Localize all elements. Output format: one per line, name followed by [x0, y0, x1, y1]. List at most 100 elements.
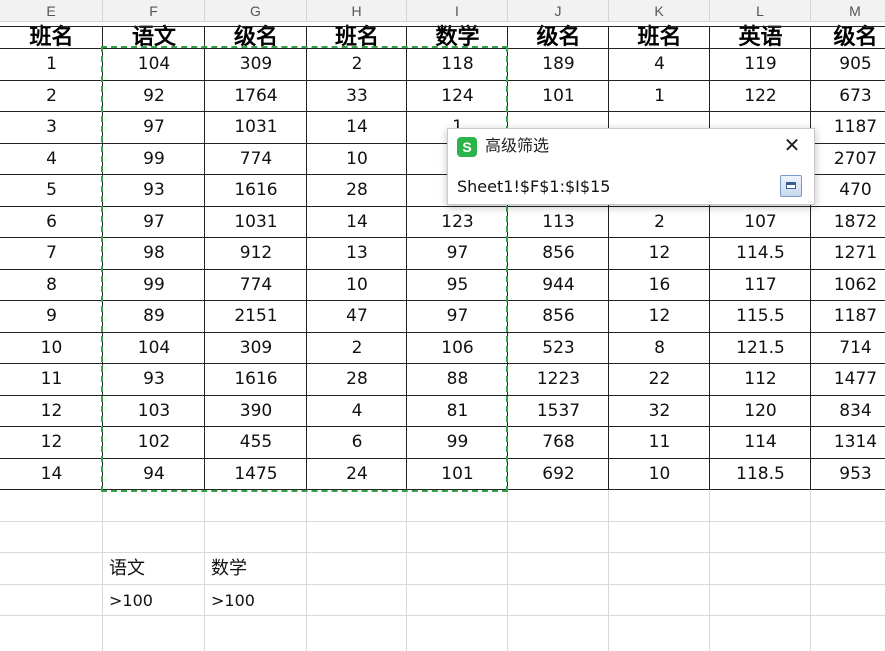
- range-field[interactable]: Sheet1!$F$1:$I$15: [448, 172, 814, 205]
- header-cell[interactable]: 数学: [407, 23, 508, 50]
- table-cell[interactable]: 123: [407, 207, 508, 239]
- table-cell[interactable]: 10: [307, 144, 407, 176]
- column-header-l[interactable]: L: [710, 0, 811, 22]
- table-cell[interactable]: 523: [508, 333, 609, 365]
- criteria-value-cell[interactable]: >100: [103, 585, 205, 617]
- table-cell[interactable]: 856: [508, 238, 609, 270]
- table-cell[interactable]: 10: [0, 333, 103, 365]
- table-cell[interactable]: 4: [609, 49, 710, 81]
- column-header-h[interactable]: H: [307, 0, 407, 22]
- table-cell[interactable]: 93: [103, 364, 205, 396]
- table-cell[interactable]: 6: [0, 207, 103, 239]
- table-cell[interactable]: 119: [710, 49, 811, 81]
- close-icon[interactable]: ✕: [780, 133, 804, 157]
- table-cell[interactable]: 714: [811, 333, 885, 365]
- table-cell[interactable]: 28: [307, 175, 407, 207]
- table-cell[interactable]: 1187: [811, 301, 885, 333]
- table-cell[interactable]: 470: [811, 175, 885, 207]
- table-cell[interactable]: 99: [103, 144, 205, 176]
- header-cell[interactable]: 班名: [0, 23, 103, 50]
- collapse-dialog-icon[interactable]: [780, 175, 802, 197]
- table-cell[interactable]: 944: [508, 270, 609, 302]
- table-cell[interactable]: 1062: [811, 270, 885, 302]
- table-cell[interactable]: 4: [0, 144, 103, 176]
- table-cell[interactable]: 122: [710, 81, 811, 113]
- table-cell[interactable]: 309: [205, 49, 307, 81]
- table-cell[interactable]: 856: [508, 301, 609, 333]
- table-cell[interactable]: 89: [103, 301, 205, 333]
- table-cell[interactable]: 455: [205, 427, 307, 459]
- table-cell[interactable]: 12: [0, 396, 103, 428]
- table-cell[interactable]: 774: [205, 144, 307, 176]
- table-cell[interactable]: 1616: [205, 175, 307, 207]
- table-cell[interactable]: 47: [307, 301, 407, 333]
- table-cell[interactable]: 81: [407, 396, 508, 428]
- table-cell[interactable]: 912: [205, 238, 307, 270]
- table-cell[interactable]: 953: [811, 459, 885, 491]
- table-cell[interactable]: 10: [609, 459, 710, 491]
- table-cell[interactable]: 102: [103, 427, 205, 459]
- table-cell[interactable]: 1187: [811, 112, 885, 144]
- table-cell[interactable]: 101: [508, 81, 609, 113]
- table-cell[interactable]: 14: [307, 207, 407, 239]
- table-cell[interactable]: 101: [407, 459, 508, 491]
- table-cell[interactable]: 2: [609, 207, 710, 239]
- table-cell[interactable]: 834: [811, 396, 885, 428]
- table-cell[interactable]: 99: [103, 270, 205, 302]
- criteria-header-cell[interactable]: 语文: [103, 553, 205, 585]
- header-cell[interactable]: 级名: [811, 23, 885, 50]
- table-cell[interactable]: 11: [0, 364, 103, 396]
- table-cell[interactable]: 2707: [811, 144, 885, 176]
- header-cell[interactable]: 班名: [609, 23, 710, 50]
- table-cell[interactable]: 692: [508, 459, 609, 491]
- table-cell[interactable]: 10: [307, 270, 407, 302]
- table-cell[interactable]: 14: [0, 459, 103, 491]
- table-cell[interactable]: 2: [307, 49, 407, 81]
- table-cell[interactable]: 5: [0, 175, 103, 207]
- table-cell[interactable]: 115.5: [710, 301, 811, 333]
- table-cell[interactable]: 673: [811, 81, 885, 113]
- table-cell[interactable]: 118.5: [710, 459, 811, 491]
- table-cell[interactable]: 905: [811, 49, 885, 81]
- criteria-value-cell[interactable]: >100: [205, 585, 307, 617]
- table-cell[interactable]: 1031: [205, 207, 307, 239]
- table-cell[interactable]: 2151: [205, 301, 307, 333]
- table-cell[interactable]: 8: [0, 270, 103, 302]
- table-cell[interactable]: 13: [307, 238, 407, 270]
- table-cell[interactable]: 1031: [205, 112, 307, 144]
- table-cell[interactable]: 7: [0, 238, 103, 270]
- table-cell[interactable]: 103: [103, 396, 205, 428]
- table-cell[interactable]: 107: [710, 207, 811, 239]
- table-cell[interactable]: 94: [103, 459, 205, 491]
- table-cell[interactable]: 2: [0, 81, 103, 113]
- table-cell[interactable]: 1271: [811, 238, 885, 270]
- table-cell[interactable]: 104: [103, 49, 205, 81]
- table-cell[interactable]: 1764: [205, 81, 307, 113]
- table-cell[interactable]: 1537: [508, 396, 609, 428]
- column-header-k[interactable]: K: [609, 0, 710, 22]
- spreadsheet-grid[interactable]: E F G H I J K L M 班名 语文 级名 班名 数学 级名 班名 英语 级名 1 104 309 2 118 18…: [0, 0, 885, 651]
- table-cell[interactable]: 118: [407, 49, 508, 81]
- column-header-i[interactable]: I: [407, 0, 508, 22]
- header-cell[interactable]: 级名: [205, 23, 307, 50]
- table-cell[interactable]: 1475: [205, 459, 307, 491]
- table-cell[interactable]: 97: [103, 207, 205, 239]
- table-cell[interactable]: 98: [103, 238, 205, 270]
- table-cell[interactable]: 113: [508, 207, 609, 239]
- table-cell[interactable]: 28: [307, 364, 407, 396]
- table-cell[interactable]: 1: [609, 81, 710, 113]
- column-header-f[interactable]: F: [103, 0, 205, 22]
- table-cell[interactable]: 390: [205, 396, 307, 428]
- table-cell[interactable]: 92: [103, 81, 205, 113]
- column-header-e[interactable]: E: [0, 0, 103, 22]
- table-cell[interactable]: 9: [0, 301, 103, 333]
- table-cell[interactable]: 97: [407, 301, 508, 333]
- criteria-header-cell[interactable]: 数学: [205, 553, 307, 585]
- table-cell[interactable]: 1314: [811, 427, 885, 459]
- table-cell[interactable]: 11: [609, 427, 710, 459]
- column-header-j[interactable]: J: [508, 0, 609, 22]
- table-cell[interactable]: 117: [710, 270, 811, 302]
- table-cell[interactable]: 33: [307, 81, 407, 113]
- column-header-g[interactable]: G: [205, 0, 307, 22]
- table-cell[interactable]: 14: [307, 112, 407, 144]
